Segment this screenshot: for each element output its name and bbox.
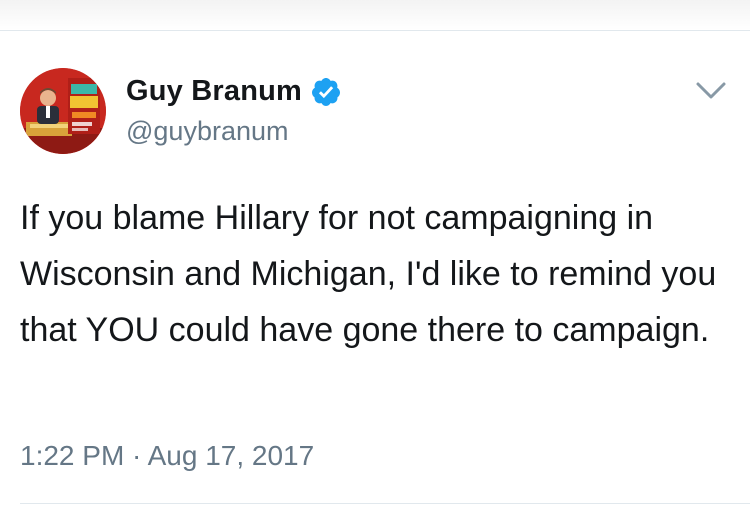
chevron-down-icon[interactable] xyxy=(695,79,727,103)
avatar-image xyxy=(20,68,106,154)
top-bar xyxy=(0,0,750,31)
verified-badge-icon xyxy=(310,76,342,108)
display-name[interactable]: Guy Branum xyxy=(126,75,302,108)
divider xyxy=(20,503,750,504)
user-handle[interactable]: @guybranum xyxy=(126,116,289,147)
avatar[interactable] xyxy=(20,68,106,154)
tweet-text: If you blame Hillary for not campaigning… xyxy=(20,199,717,349)
tweet-screen: Guy Branum @guybranum If you blame Hilla… xyxy=(0,0,750,512)
author-row: Guy Branum xyxy=(126,75,342,108)
tweet-timestamp[interactable]: 1:22 PM · Aug 17, 2017 xyxy=(20,440,314,472)
